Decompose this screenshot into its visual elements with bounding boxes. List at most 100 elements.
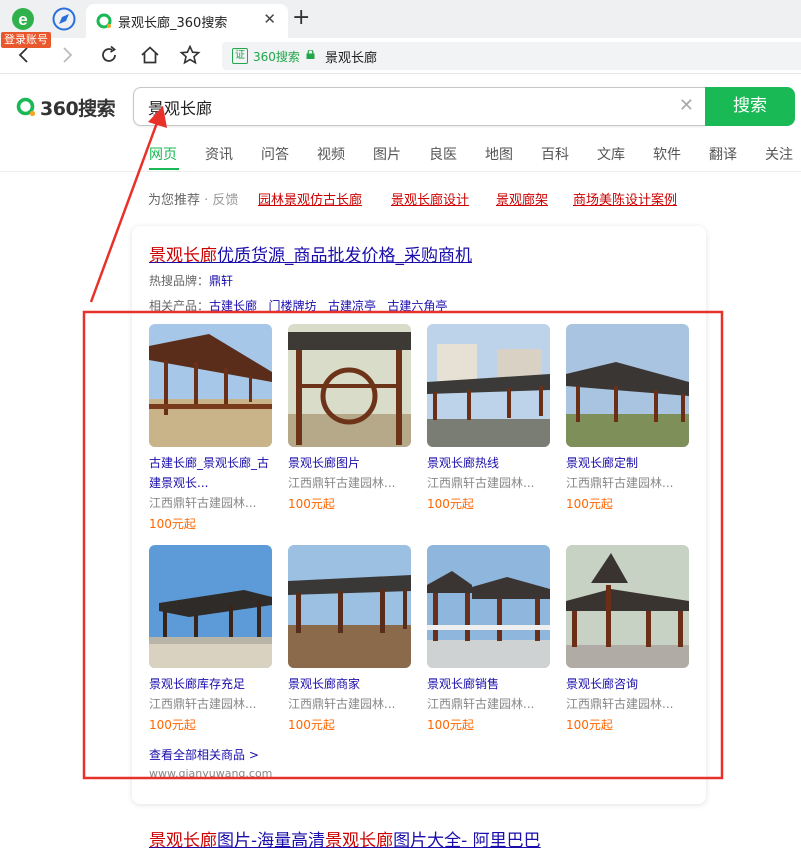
product-name[interactable]: 景观长廊定制 <box>566 453 689 473</box>
tab-active[interactable]: 景观长廊_360搜索 ✕ <box>86 4 288 38</box>
active-tab-underline <box>149 168 179 170</box>
product-price: 100元起 <box>566 718 613 732</box>
related-label: 相关产品： <box>149 299 210 313</box>
360-favicon-icon <box>96 13 112 29</box>
tab-wenku[interactable]: 文库 <box>597 144 625 164</box>
recommend-link-2[interactable]: 景观长廊设计 <box>391 189 469 208</box>
related-link-3[interactable]: 古建凉亭 <box>328 299 376 313</box>
product-price: 100元起 <box>149 517 196 531</box>
product-item[interactable]: 景观长廊热线 江西鼎轩古建园林... 100元起 <box>427 324 550 515</box>
tab-news[interactable]: 资讯 <box>205 144 233 164</box>
tab-title: 景观长廊_360搜索 <box>118 16 228 31</box>
tab-software[interactable]: 软件 <box>653 144 681 164</box>
product-price: 100元起 <box>566 497 613 511</box>
product-item[interactable]: 景观长廊咨询 江西鼎轩古建园林... 100元起 <box>566 545 689 736</box>
forward-icon[interactable] <box>56 44 78 66</box>
result-title-rest: 图片大全- 阿里巴巴 <box>393 831 541 851</box>
product-item[interactable]: 景观长廊定制 江西鼎轩古建园林... 100元起 <box>566 324 689 515</box>
product-image[interactable] <box>149 545 272 668</box>
tab-close-icon[interactable]: ✕ <box>263 10 276 28</box>
tab-video[interactable]: 视频 <box>317 144 345 164</box>
product-seller: 江西鼎轩古建园林... <box>149 496 257 510</box>
related-link-1[interactable]: 古建长廊 <box>209 299 257 313</box>
header-divider <box>0 171 801 172</box>
search-button[interactable]: 搜索 <box>705 87 795 126</box>
product-seller: 江西鼎轩古建园林... <box>427 476 535 490</box>
refresh-icon[interactable] <box>98 44 120 66</box>
product-item[interactable]: 景观长廊图片 江西鼎轩古建园林... 100元起 <box>288 324 411 515</box>
svg-text:e: e <box>18 10 27 29</box>
card-title-link[interactable]: 景观长廊优质货源_商品批发价格_采购商机 <box>149 241 472 266</box>
related-products-row: 相关产品：古建长廊 门楼牌坊 古建凉亭 古建六角亭 <box>149 297 447 314</box>
bookmark-star-icon[interactable] <box>179 44 201 66</box>
recommend-link-3[interactable]: 景观廊架 <box>496 189 548 208</box>
product-image[interactable] <box>427 545 550 668</box>
tab-baike[interactable]: 百科 <box>541 144 569 164</box>
address-brand: 360搜索 <box>253 50 300 64</box>
login-badge[interactable]: 登录账号 <box>1 32 51 48</box>
address-text: 景观长廊 <box>325 51 378 66</box>
product-image[interactable] <box>427 324 550 447</box>
product-result-card: 景观长廊优质货源_商品批发价格_采购商机 热搜品牌：鼎轩 相关产品：古建长廊 门… <box>132 226 706 804</box>
result-title-part: 图片-海量高清 <box>217 831 326 851</box>
address-bar[interactable]: 证 360搜索 景观长廊 <box>222 42 801 70</box>
card-title-rest: 优质货源_商品批发价格_采购商机 <box>217 246 472 266</box>
recommend-label: 为您推荐 <box>148 193 201 208</box>
home-icon[interactable] <box>139 44 161 66</box>
result-title-highlight: 景观长廊 <box>149 831 217 851</box>
clear-icon[interactable]: ✕ <box>679 95 694 116</box>
lock-icon <box>306 50 315 59</box>
product-image[interactable] <box>566 545 689 668</box>
search-input[interactable] <box>148 96 668 118</box>
product-name[interactable]: 景观长廊咨询 <box>566 674 689 694</box>
product-image[interactable] <box>149 324 272 447</box>
product-name[interactable]: 景观长廊销售 <box>427 674 550 694</box>
card-title-highlight: 景观长廊 <box>149 246 217 266</box>
product-image[interactable] <box>566 324 689 447</box>
hot-brand-link[interactable]: 鼎轩 <box>209 274 233 288</box>
hot-brand-row: 热搜品牌：鼎轩 <box>149 272 233 289</box>
logo-text: 360搜索 <box>40 98 116 120</box>
result-title-link[interactable]: 景观长廊图片-海量高清景观长廊图片大全- 阿里巴巴 <box>149 826 541 851</box>
product-price: 100元起 <box>427 718 474 732</box>
view-all-products-link[interactable]: 查看全部相关商品 > <box>149 746 259 763</box>
product-name[interactable]: 景观长廊热线 <box>427 453 550 473</box>
result-title-highlight: 景观长廊 <box>325 831 394 851</box>
tab-translate[interactable]: 翻译 <box>709 144 737 164</box>
product-image[interactable] <box>288 545 411 668</box>
product-seller: 江西鼎轩古建园林... <box>288 476 396 490</box>
product-name[interactable]: 古建长廊_景观长廊_古建景观长... <box>149 453 272 493</box>
feedback-link[interactable]: 反馈 <box>212 193 238 208</box>
cert-icon[interactable]: 证 <box>232 48 248 64</box>
product-price: 100元起 <box>288 497 335 511</box>
recommend-link-1[interactable]: 园林景观仿古长廊 <box>258 189 362 208</box>
recommend-row: 为您推荐 · 反馈 园林景观仿古长廊 景观长廊设计 景观廊架 商场美陈设计案例 <box>148 189 677 208</box>
tab-follow[interactable]: 关注 <box>765 144 793 164</box>
tab-images[interactable]: 图片 <box>373 144 401 164</box>
recommend-link-4[interactable]: 商场美陈设计案例 <box>573 189 677 208</box>
product-item[interactable]: 古建长廊_景观长廊_古建景观长... 江西鼎轩古建园林... 100元起 <box>149 324 272 535</box>
product-name[interactable]: 景观长廊图片 <box>288 453 411 473</box>
tab-map[interactable]: 地图 <box>485 144 513 164</box>
browser-toolbar: 证 360搜索 景观长廊 <box>0 38 801 74</box>
product-item[interactable]: 景观长廊库存充足 江西鼎轩古建园林... 100元起 <box>149 545 272 736</box>
new-tab-icon[interactable]: + <box>292 5 310 30</box>
browser-logo-icon[interactable]: e <box>10 6 36 32</box>
related-link-4[interactable]: 古建六角亭 <box>387 299 447 313</box>
tab-qa[interactable]: 问答 <box>261 144 289 164</box>
product-price: 100元起 <box>288 718 335 732</box>
tab-health[interactable]: 良医 <box>429 144 457 164</box>
product-item[interactable]: 景观长廊销售 江西鼎轩古建园林... 100元起 <box>427 545 550 736</box>
tab-webpage[interactable]: 网页 <box>149 144 177 164</box>
search-box[interactable]: ✕ <box>133 87 706 126</box>
product-image[interactable] <box>288 324 411 447</box>
browser-tab-bar: e 景观长廊_360搜索 ✕ + <box>0 0 801 38</box>
product-seller: 江西鼎轩古建园林... <box>566 476 674 490</box>
product-seller: 江西鼎轩古建园林... <box>566 697 674 711</box>
360-logo-icon <box>16 97 36 117</box>
product-name[interactable]: 景观长廊商家 <box>288 674 411 694</box>
product-item[interactable]: 景观长廊商家 江西鼎轩古建园林... 100元起 <box>288 545 411 736</box>
product-name[interactable]: 景观长廊库存充足 <box>149 674 272 694</box>
related-link-2[interactable]: 门楼牌坊 <box>268 299 316 313</box>
compass-icon[interactable] <box>52 7 76 31</box>
